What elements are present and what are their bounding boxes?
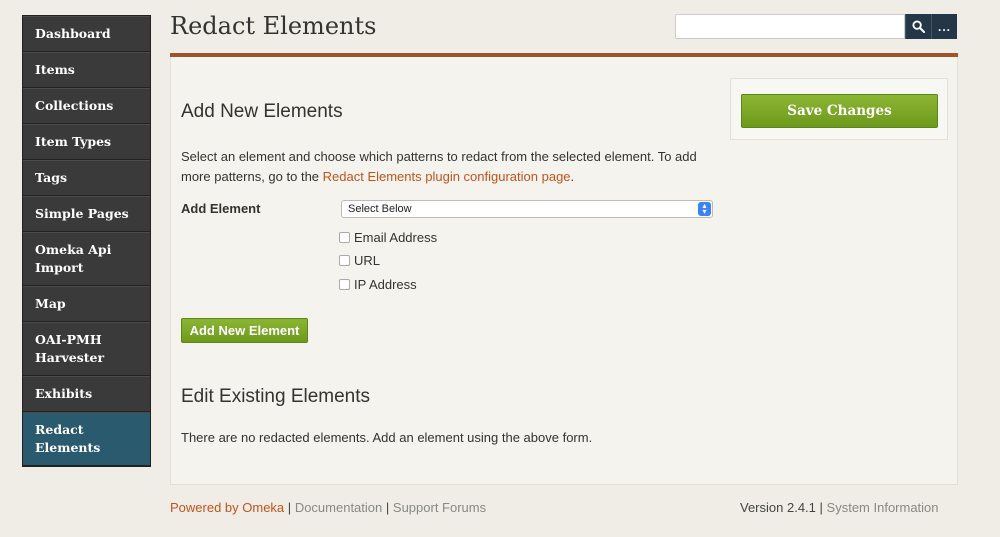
sidebar-nav: Dashboard Items Collections Item Types T… bbox=[22, 15, 151, 467]
pattern-email-row[interactable]: Email Address bbox=[339, 230, 437, 245]
sidebar-item-redact-elements[interactable]: Redact Elements bbox=[23, 412, 150, 466]
edit-elements-heading: Edit Existing Elements bbox=[181, 386, 371, 407]
add-elements-heading: Add New Elements bbox=[181, 101, 343, 122]
sidebar-item-items[interactable]: Items bbox=[23, 52, 150, 88]
sidebar-item-item-types[interactable]: Item Types bbox=[23, 124, 150, 160]
add-elements-description: Select an element and choose which patte… bbox=[181, 147, 721, 187]
search-bar: ... bbox=[675, 14, 957, 39]
footer-links: Powered by Omeka | Documentation | Suppo… bbox=[170, 500, 486, 515]
system-information-link[interactable]: System Information bbox=[827, 500, 939, 515]
pattern-url-row[interactable]: URL bbox=[339, 253, 380, 268]
sidebar-item-dashboard[interactable]: Dashboard bbox=[23, 16, 150, 52]
sidebar-item-oai-pmh-harvester[interactable]: OAI-PMH Harvester bbox=[23, 322, 150, 376]
footer-separator: | bbox=[385, 500, 390, 515]
search-button[interactable] bbox=[905, 14, 931, 39]
powered-by-link[interactable]: Powered by Omeka bbox=[170, 500, 284, 515]
support-forums-link[interactable]: Support Forums bbox=[393, 500, 486, 515]
email-checkbox[interactable] bbox=[339, 232, 350, 243]
footer-separator: | bbox=[287, 500, 292, 515]
pattern-label: URL bbox=[354, 253, 381, 268]
element-select[interactable]: Select Below ▴ ▾ bbox=[341, 200, 713, 218]
pattern-ip-row[interactable]: IP Address bbox=[339, 277, 417, 292]
url-checkbox[interactable] bbox=[339, 255, 350, 266]
save-panel: Save Changes bbox=[730, 78, 948, 140]
pattern-label: IP Address bbox=[354, 277, 417, 292]
pattern-label: Email Address bbox=[354, 230, 438, 245]
empty-message: There are no redacted elements. Add an e… bbox=[181, 430, 593, 445]
advanced-search-button[interactable]: ... bbox=[931, 14, 957, 39]
description-end: . bbox=[570, 169, 575, 184]
sidebar-item-collections[interactable]: Collections bbox=[23, 88, 150, 124]
documentation-link[interactable]: Documentation bbox=[295, 500, 382, 515]
version-text: Version 2.4.1 bbox=[740, 500, 816, 515]
config-page-link[interactable]: Redact Elements plugin configuration pag… bbox=[323, 169, 571, 184]
select-arrows-icon: ▴ ▾ bbox=[698, 202, 711, 216]
page-title: Redact Elements bbox=[170, 12, 377, 40]
sidebar-item-omeka-api-import[interactable]: Omeka Api Import bbox=[23, 232, 150, 286]
sidebar-item-tags[interactable]: Tags bbox=[23, 160, 150, 196]
sidebar-item-map[interactable]: Map bbox=[23, 286, 150, 322]
sidebar-item-exhibits[interactable]: Exhibits bbox=[23, 376, 150, 412]
element-select-value: Select Below bbox=[348, 203, 412, 215]
sidebar-item-simple-pages[interactable]: Simple Pages bbox=[23, 196, 150, 232]
search-input[interactable] bbox=[675, 14, 905, 39]
add-new-element-button[interactable]: Add New Element bbox=[181, 318, 308, 343]
search-icon bbox=[912, 20, 925, 33]
add-element-label: Add Element bbox=[181, 201, 261, 216]
footer-version: Version 2.4.1 | System Information bbox=[740, 500, 939, 515]
footer-separator: | bbox=[819, 500, 823, 515]
ip-checkbox[interactable] bbox=[339, 279, 350, 290]
save-changes-button[interactable]: Save Changes bbox=[741, 94, 938, 128]
